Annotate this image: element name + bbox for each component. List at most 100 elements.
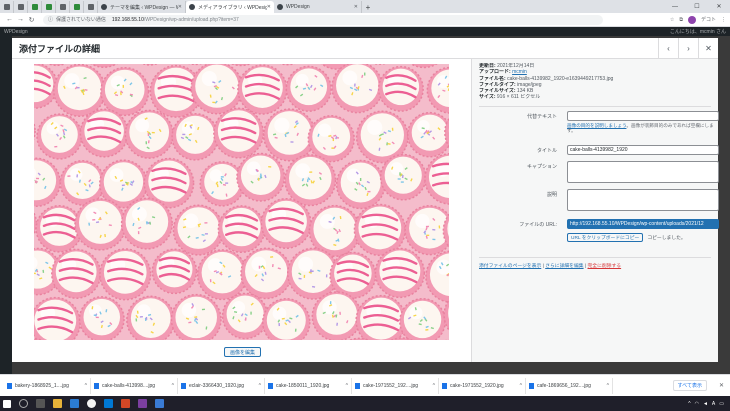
tab-close-icon[interactable]: ✕ [267,4,271,10]
download-options-icon[interactable]: ^ [172,383,174,389]
browser-tab[interactable]: WPDesign ✕ [274,1,362,13]
info-icon[interactable]: ⓘ [48,16,53,23]
browser-tab[interactable] [0,1,14,13]
file-explorer-icon[interactable] [53,399,62,408]
tab-favicon-icon [59,4,66,10]
download-item[interactable]: cake-1971552_192....jpg ^ [352,377,439,394]
download-options-icon[interactable]: ^ [433,383,435,389]
close-download-shelf-icon[interactable]: ✕ [719,382,724,389]
download-file-name: cafe-1869656_192....jpg [537,382,591,389]
forward-icon[interactable]: → [15,16,26,23]
download-file-name: cake-1850011_1920.jpg [276,382,330,389]
browser-tab[interactable] [28,1,42,13]
divider [479,105,711,107]
copy-url-button[interactable]: URL をクリップボードにコピー [567,232,644,242]
photos-icon[interactable] [155,399,164,408]
download-options-icon[interactable]: ^ [259,383,261,389]
mail-icon[interactable] [104,399,113,408]
delete-permanently-link[interactable]: 完全に削除する [588,264,622,269]
browser-tab-strip: テーマを編集 ‹ WPDesign — Word✕メディアライブラリ ‹ WPD… [0,0,730,13]
download-file-name: cake-1971552_1920.jpg [450,382,504,389]
download-item[interactable]: cake-balls-413998....jpg ^ [91,377,178,394]
close-window-icon[interactable]: ✕ [708,3,730,10]
search-icon[interactable] [19,399,28,408]
browser-tab[interactable] [56,1,70,13]
title-label: タイトル [536,147,557,154]
edit-image-button[interactable]: 画像を編集 [224,347,262,357]
download-options-icon[interactable]: ^ [346,383,348,389]
menu-icon[interactable]: ⋮ [721,17,726,23]
ime-indicator[interactable]: A [712,401,715,407]
file-url-input[interactable]: http://192.168.55.10/WPDesign/wp-content… [567,218,719,229]
maximize-icon[interactable]: ☐ [686,3,708,10]
image-file-icon [181,382,186,389]
download-item[interactable]: cake-1971552_1920.jpg ^ [439,377,526,394]
show-all-downloads-button[interactable]: すべて表示 [672,380,707,391]
browser-tab[interactable] [84,1,98,13]
download-options-icon[interactable]: ^ [607,383,609,389]
caption-textarea[interactable] [567,160,719,183]
network-icon[interactable]: ◠ [695,401,699,407]
tab-label: テーマを編集 ‹ WPDesign — Word [110,4,178,11]
admin-bar-site[interactable]: WPDesign [4,29,28,35]
view-attachment-link[interactable]: 添付ファイルのページを表示 [479,264,541,269]
new-tab-button[interactable]: + [362,1,374,13]
download-file-name: eclair-3366430_1920.jpg [189,382,245,389]
system-tray: ^ ◠ ◄ A ▭ [688,401,730,407]
tab-label: WPDesign [286,4,310,10]
window-controls: — ☐ ✕ [664,0,730,13]
tab-favicon-icon [17,4,24,10]
attachment-details-modal: 添付ファイルの詳細 ‹ › ✕ 画像を編集 更新日: 2021年12月14日 ア… [12,37,719,362]
tab-favicon-icon [31,4,38,10]
browser-tab[interactable] [14,1,28,13]
download-item[interactable]: bakery-1868925_1....jpg ^ [4,377,91,394]
edge-icon[interactable] [70,399,79,408]
download-item[interactable]: eclair-3366430_1920.jpg ^ [178,377,265,394]
back-icon[interactable]: ← [4,16,15,23]
notification-icon[interactable]: ▭ [719,401,724,407]
tray-chevron-icon[interactable]: ^ [688,401,690,407]
download-item[interactable]: cafe-1869656_192....jpg ^ [526,377,613,394]
download-options-icon[interactable]: ^ [85,383,87,389]
tab-close-icon[interactable]: ✕ [354,4,358,10]
uploader-link[interactable]: mcmin [512,69,527,75]
chevron-left-icon: ‹ [667,43,670,53]
download-item[interactable]: cake-1850011_1920.jpg ^ [265,377,352,394]
extensions-icon[interactable]: ⧉ [679,17,683,23]
tab-close-icon[interactable]: ✕ [178,4,182,10]
browser-tab[interactable] [70,1,84,13]
browser-tab[interactable]: メディアライブラリ ‹ WPDesign — W✕ [186,1,274,13]
address-bar: ← → ↻ ⓘ 保護されていない通信 192.168.55.10/WPDesig… [0,13,730,27]
tab-label: メディアライブラリ ‹ WPDesign — W [198,4,267,11]
tab-favicon-icon [3,4,10,10]
star-icon[interactable]: ☆ [670,17,674,23]
edit-more-details-link[interactable]: さらに詳細を編集 [545,264,583,269]
modal-title: 添付ファイルの詳細 [19,43,101,54]
url-path: /WPDesign/wp-admin/upload.php?item=37 [143,16,239,23]
browser-tab[interactable] [42,1,56,13]
url-field[interactable]: ⓘ 保護されていない通信 192.168.55.10/WPDesign/wp-a… [43,14,603,25]
task-view-icon[interactable] [36,399,45,408]
windows-start-icon[interactable] [3,399,11,408]
file-url-label: ファイルの URL: [519,221,557,228]
powerpoint-icon[interactable] [121,399,130,408]
description-textarea[interactable] [567,188,719,211]
modal-header: 添付ファイルの詳細 ‹ › ✕ [12,37,718,59]
chrome-icon[interactable] [87,399,96,408]
chevron-right-icon: › [687,43,690,53]
volume-icon[interactable]: ◄ [703,401,708,407]
next-attachment-button[interactable]: › [678,37,698,59]
close-modal-button[interactable]: ✕ [698,37,718,59]
admin-bar-greeting[interactable]: こんにちは、mcmin さん [670,28,726,35]
download-options-icon[interactable]: ^ [520,383,522,389]
profile-avatar[interactable] [687,15,696,24]
alt-text-input[interactable] [567,110,719,121]
previous-attachment-button[interactable]: ‹ [658,37,678,59]
insecure-label: 保護されていない通信 [56,17,106,23]
profile-label: デコト [700,17,716,23]
app-icon[interactable] [138,399,147,408]
title-input[interactable]: cake-balls-4139982_1920 [567,144,719,155]
browser-tab[interactable]: テーマを編集 ‹ WPDesign — Word✕ [98,1,186,13]
reload-icon[interactable]: ↻ [26,16,37,24]
minimize-icon[interactable]: — [664,4,686,10]
